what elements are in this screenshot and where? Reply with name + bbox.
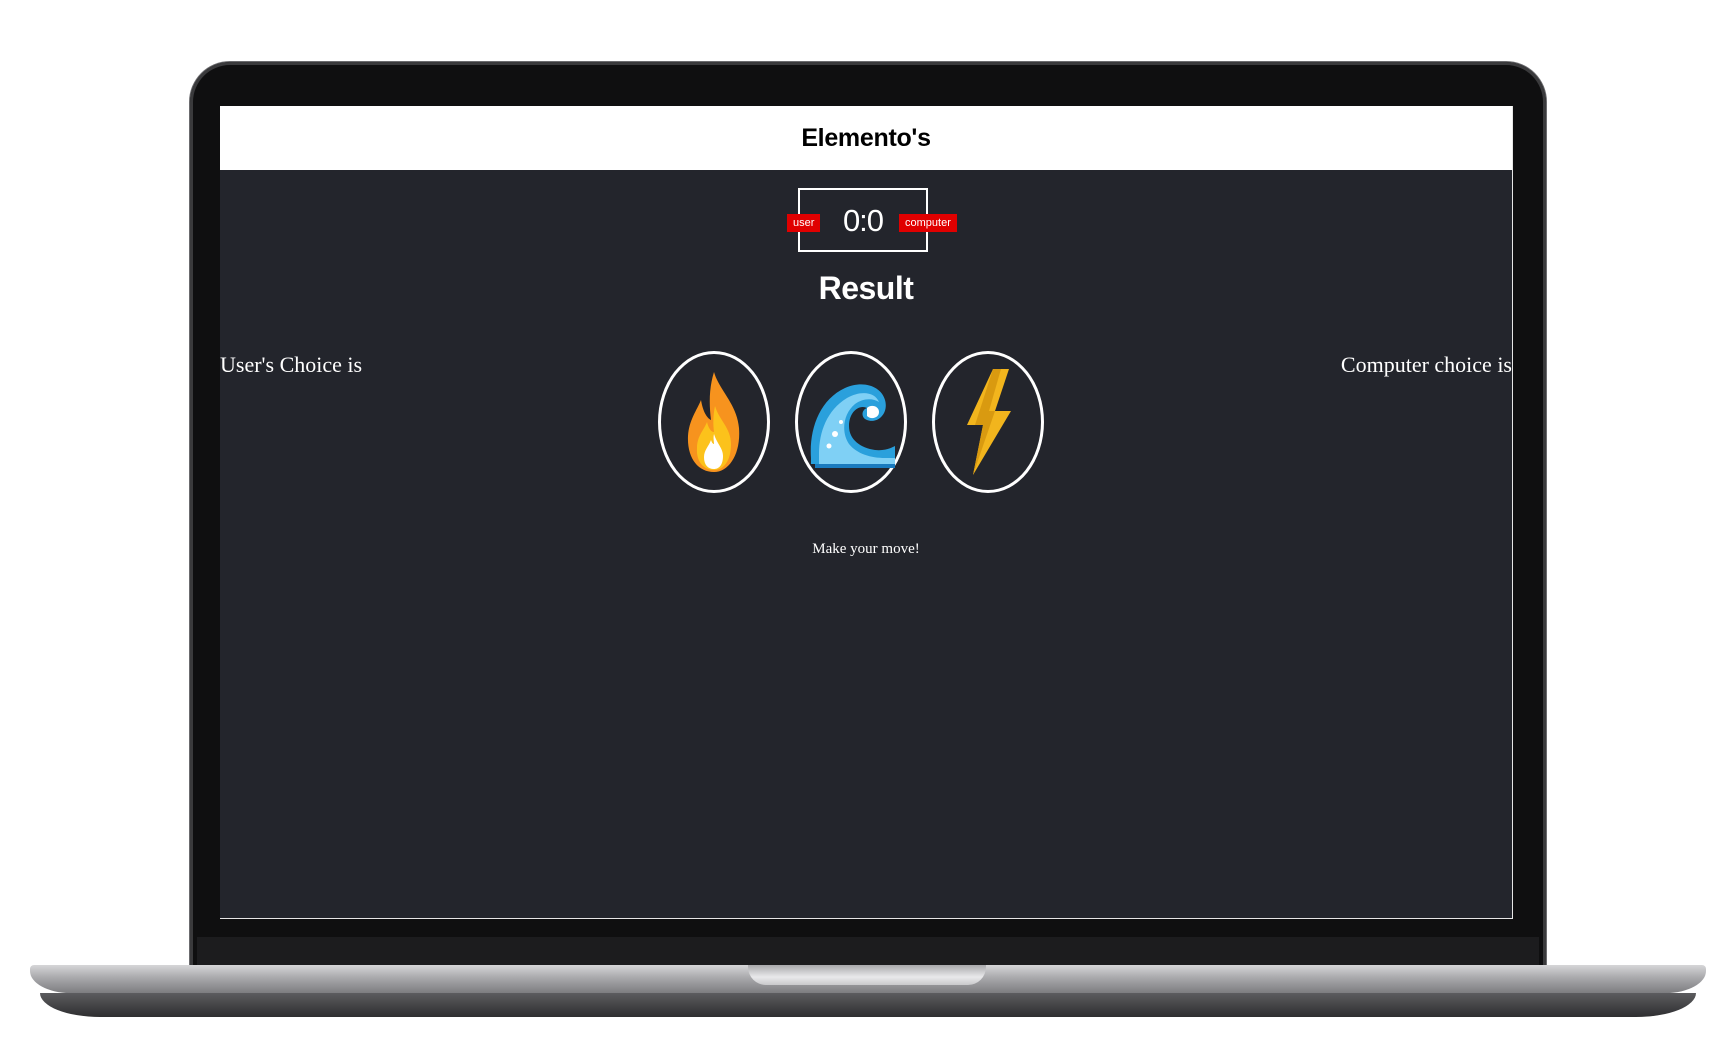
- app-screen: Elemento's 0:0 user computer Result User…: [220, 106, 1513, 919]
- user-choice-label: User's Choice is: [220, 352, 363, 377]
- user-badge: user: [787, 214, 821, 232]
- header-bar: Elemento's: [220, 106, 1512, 170]
- laptop-mockup: Elemento's 0:0 user computer Result User…: [0, 0, 1714, 1064]
- laptop-base-shadow: [40, 993, 1696, 1017]
- laptop-notch: [748, 965, 986, 985]
- choice-buttons: [658, 351, 1058, 501]
- lightning-icon: [963, 367, 1013, 477]
- wave-icon: [805, 374, 897, 470]
- computer-badge: computer: [899, 214, 957, 232]
- computer-choice-label: Computer choice is: [1340, 352, 1512, 377]
- status-message: Make your move!: [812, 541, 920, 557]
- app-title: Elemento's: [801, 123, 931, 152]
- lightning-choice-button[interactable]: [932, 351, 1044, 493]
- fire-choice-button[interactable]: [658, 351, 770, 493]
- laptop-chin: [197, 937, 1539, 967]
- water-choice-button[interactable]: [795, 351, 907, 493]
- result-heading: Result: [818, 270, 914, 306]
- fire-icon: [685, 370, 743, 474]
